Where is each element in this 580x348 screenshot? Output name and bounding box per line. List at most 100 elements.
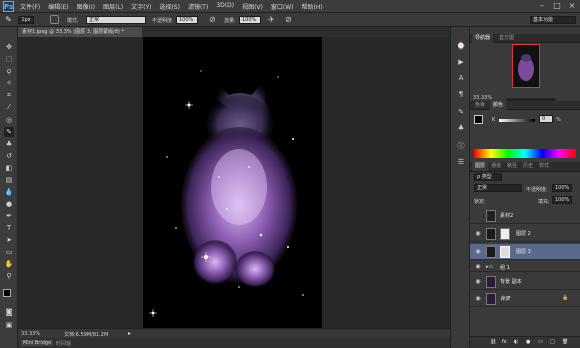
airbrush-icon[interactable]: ✈ — [268, 15, 277, 24]
history-brush-icon[interactable]: ↺ — [4, 151, 14, 161]
tab-paths[interactable]: 路径 — [504, 162, 520, 171]
new-group-icon[interactable]: ▭ — [538, 339, 543, 345]
eye-icon[interactable]: ◉ — [474, 248, 482, 256]
eye-icon[interactable]: ◉ — [474, 278, 482, 286]
fx-icon[interactable]: fx — [502, 339, 507, 345]
layer-name[interactable]: 图层 3 — [516, 248, 531, 255]
layer-opacity-input[interactable]: 100% — [552, 184, 572, 192]
document-tab[interactable]: 素材1.jpeg @ 33.3% (图层 3, 图层蒙版/8) * — [18, 27, 142, 37]
layer-name[interactable]: 组 1 — [500, 264, 510, 271]
opacity-input[interactable]: 100% — [176, 16, 198, 24]
document-info[interactable]: 文档:6.59M/81.2M — [64, 331, 108, 338]
layer-name[interactable]: 背景 副本 — [500, 278, 522, 285]
status-arrow-icon[interactable]: ▸ — [128, 330, 131, 337]
new-layer-icon[interactable]: □ — [550, 339, 555, 345]
tab-color[interactable]: 颜色 — [490, 101, 507, 110]
eraser-icon[interactable]: ◧ — [4, 163, 14, 173]
crop-icon[interactable]: ⌗ — [4, 90, 14, 100]
workspace-select[interactable]: 基本功能 — [530, 16, 576, 24]
menu-window[interactable]: 窗口(W) — [271, 2, 294, 11]
eye-icon[interactable]: ◉ — [474, 263, 482, 271]
layer-row[interactable]: ◉ 背景 🔒 — [470, 291, 580, 307]
minimize-button[interactable]: – — [537, 1, 547, 11]
eye-icon[interactable]: ◉ — [474, 230, 482, 238]
zoom-level[interactable]: 33.33% — [21, 331, 40, 337]
maximize-button[interactable]: □ — [552, 1, 562, 11]
tab-history[interactable]: 历史 — [520, 162, 536, 171]
tab-layers[interactable]: 图层 — [472, 162, 489, 171]
layer-name[interactable]: 背景 — [500, 295, 510, 302]
menu-3d[interactable]: 3D(D) — [216, 2, 234, 11]
path-select-icon[interactable]: ➤ — [4, 235, 14, 245]
eye-icon[interactable]: ◉ — [474, 295, 482, 303]
layer-mask-thumbnail[interactable] — [500, 228, 510, 240]
info-panel-icon[interactable]: ⓘ — [456, 141, 466, 151]
mode-select[interactable]: 正常 — [86, 16, 146, 24]
clone-stamp-icon[interactable]: ♣ — [4, 139, 14, 149]
close-button[interactable]: × — [567, 1, 577, 11]
tab-mini-bridge[interactable]: Mini Bridge — [21, 340, 54, 346]
layer-row[interactable]: ◉ 图层 2 — [470, 226, 580, 242]
menu-help[interactable]: 帮助(H) — [302, 2, 323, 11]
gray-slider[interactable] — [499, 119, 535, 122]
brush-icon[interactable]: ✎ — [4, 127, 14, 137]
brush-panel-icon[interactable] — [50, 15, 59, 24]
color-spectrum-bar[interactable] — [474, 149, 576, 158]
paragraph-panel-icon[interactable]: ¶ — [456, 89, 466, 99]
tab-layer-styles[interactable]: 样式 — [536, 162, 552, 171]
screen-mode-icon[interactable]: ▣ — [4, 320, 14, 330]
tab-channels[interactable]: 通道 — [488, 162, 504, 171]
layer-name[interactable]: 图层 2 — [516, 230, 531, 237]
flow-input[interactable]: 100% — [239, 16, 261, 24]
brush-tool-icon[interactable]: ✎ — [4, 15, 13, 24]
menu-view[interactable]: 视图(V) — [242, 2, 263, 11]
layer-filter-select[interactable]: ρ 类型 — [474, 173, 502, 181]
zoom-icon[interactable]: ⚲ — [4, 271, 14, 281]
layer-row[interactable]: ◉ 背景 副本 — [470, 274, 580, 290]
layer-row[interactable]: 素材2 — [470, 208, 580, 224]
layer-name[interactable]: 素材2 — [500, 212, 513, 219]
adjustment-layer-icon[interactable]: ● — [526, 339, 530, 345]
menu-filter[interactable]: 滤镜(T) — [188, 2, 208, 11]
layer-group-row[interactable]: ◉ ▸▭ 组 1 — [470, 262, 580, 272]
blend-mode-select[interactable]: 正常 — [474, 184, 522, 192]
move-icon[interactable]: ✥ — [4, 42, 14, 52]
add-mask-icon[interactable]: ◐ — [514, 339, 518, 345]
gray-value-input[interactable]: 0 — [539, 115, 553, 123]
actions-panel-icon[interactable]: ▶ — [456, 57, 466, 67]
brush-presets-icon[interactable]: ✎ — [456, 107, 466, 117]
character-panel-icon[interactable]: A — [456, 73, 466, 83]
document-canvas[interactable] — [143, 37, 322, 328]
quick-mask-icon[interactable]: ◙ — [4, 307, 14, 317]
clone-source-icon[interactable]: ♣ — [456, 123, 466, 133]
fill-input[interactable]: 100% — [552, 196, 572, 204]
menu-layer[interactable]: 图层(L) — [103, 2, 123, 11]
layer-visibility-off-icon[interactable] — [474, 212, 482, 220]
brush-size-picker[interactable]: 1px — [18, 16, 34, 24]
foreground-color-swatch[interactable] — [3, 289, 11, 297]
panel-foreground-swatch[interactable] — [474, 115, 483, 124]
tab-swatches[interactable]: 色板 — [472, 101, 488, 110]
layer-row-selected[interactable]: ◉ 图层 3 — [470, 244, 580, 260]
folder-icon[interactable]: ▸▭ — [486, 264, 493, 270]
menu-select[interactable]: 选择(S) — [159, 2, 180, 11]
link-layers-icon[interactable]: ⛓ — [490, 339, 496, 345]
type-icon[interactable]: T — [4, 223, 14, 233]
menu-type[interactable]: 文字(Y) — [131, 2, 151, 11]
eyedropper-icon[interactable]: ⁄ — [4, 102, 14, 112]
navigator-thumbnail[interactable] — [512, 44, 540, 88]
quick-select-icon[interactable]: ✧ — [4, 78, 14, 88]
properties-panel-icon[interactable]: ☰ — [456, 157, 466, 167]
marquee-icon[interactable]: ⬚ — [4, 54, 14, 64]
healing-brush-icon[interactable]: ◎ — [4, 115, 14, 125]
history-panel-icon[interactable]: ⌚ — [456, 41, 466, 51]
pen-icon[interactable]: ✒ — [4, 211, 14, 221]
menu-file[interactable]: 文件(F) — [20, 2, 40, 11]
shape-icon[interactable]: ▭ — [4, 247, 14, 257]
tab-histogram[interactable]: 直方图 — [496, 34, 517, 43]
layer-mask-thumbnail[interactable] — [500, 246, 510, 258]
pressure-opacity-icon[interactable]: ⊘ — [209, 15, 218, 24]
menu-image[interactable]: 图像(I) — [77, 2, 95, 11]
blur-icon[interactable]: 💧 — [4, 187, 14, 197]
pressure-size-icon[interactable]: ⊘ — [285, 15, 294, 24]
